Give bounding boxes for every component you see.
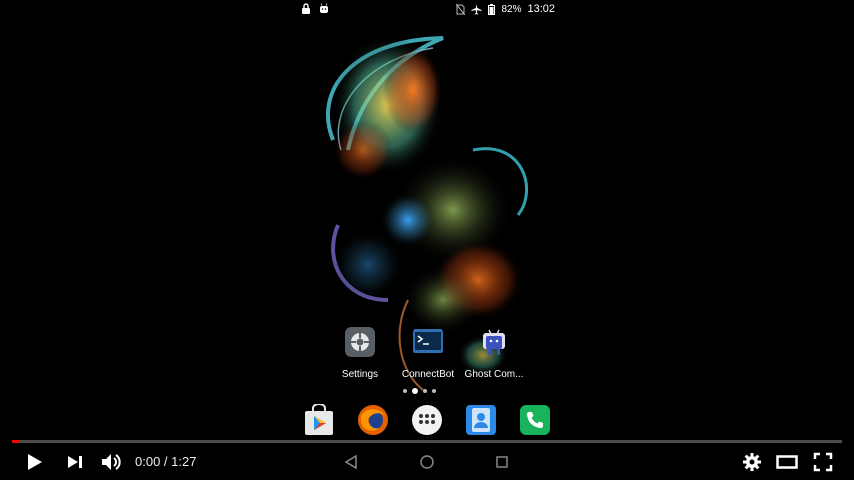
android-home-icon <box>420 455 434 469</box>
app-ghost-commander[interactable]: Ghost Com... <box>459 327 529 380</box>
page-indicator <box>403 388 436 394</box>
status-time: 13:02 <box>527 3 555 15</box>
android-screen: 82% 13:02 Settings ConnectBot Ghost Com.… <box>293 0 561 440</box>
page-dot <box>432 389 436 393</box>
app-drawer-icon[interactable] <box>411 404 443 436</box>
theater-mode-button[interactable] <box>776 454 798 470</box>
app-label: Ghost Com... <box>464 369 524 380</box>
airplane-icon <box>471 4 482 15</box>
app-settings[interactable]: Settings <box>325 327 395 380</box>
page-dot <box>423 389 427 393</box>
play-button[interactable] <box>24 452 44 472</box>
current-time: 0:00 <box>135 454 161 469</box>
no-sim-icon <box>456 3 466 15</box>
settings-icon <box>345 327 375 357</box>
volume-button[interactable] <box>100 451 122 473</box>
video-player[interactable]: 82% 13:02 Settings ConnectBot Ghost Com.… <box>0 0 854 480</box>
terminal-icon <box>413 329 443 353</box>
battery-icon <box>488 3 496 15</box>
page-dot-active <box>412 388 418 394</box>
android-debug-icon <box>320 3 328 13</box>
app-label: Settings <box>341 369 379 380</box>
duration: 1:27 <box>171 454 197 469</box>
battery-percent: 82% <box>501 3 522 15</box>
controls-bar: 0:00 / 1:27 <box>0 444 854 480</box>
time-separator: / <box>160 454 172 469</box>
dock <box>293 402 561 438</box>
status-bar: 82% 13:02 <box>293 0 561 18</box>
settings-gear-button[interactable] <box>742 452 762 472</box>
app-connectbot[interactable]: ConnectBot <box>393 327 463 380</box>
android-recents-icon <box>496 456 508 468</box>
contacts-icon[interactable] <box>465 404 497 436</box>
android-back-icon <box>344 454 357 470</box>
next-button[interactable] <box>66 454 84 470</box>
time-display: 0:00 / 1:27 <box>135 454 196 469</box>
android-icon <box>483 329 505 355</box>
phone-icon[interactable] <box>519 404 551 436</box>
progress-bar[interactable] <box>12 440 842 443</box>
app-label: ConnectBot <box>401 369 455 380</box>
lock-icon <box>302 3 310 14</box>
play-store-icon[interactable] <box>303 404 335 436</box>
firefox-icon[interactable] <box>357 404 389 436</box>
progress-played <box>12 440 21 443</box>
page-dot <box>403 389 407 393</box>
fullscreen-button[interactable] <box>813 452 833 472</box>
